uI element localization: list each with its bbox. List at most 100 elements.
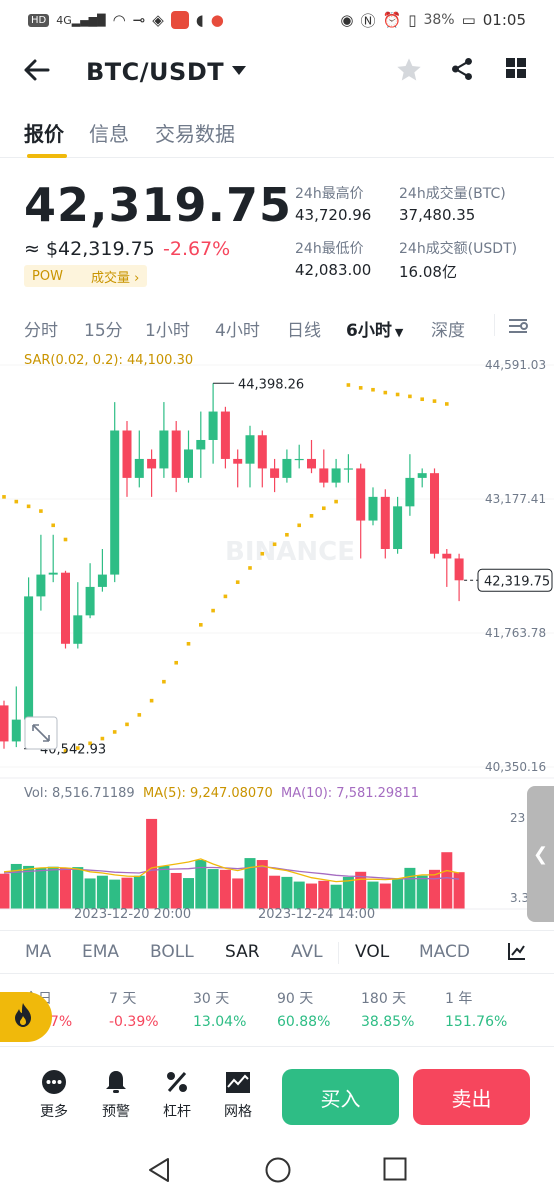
sar-dot-26: [309, 514, 314, 518]
sar-dot-4: [51, 523, 55, 528]
tf-6h[interactable]: 6小时 ▼: [346, 316, 403, 341]
more-label: 更多: [40, 1104, 68, 1120]
leverage-button[interactable]: 杠杆: [152, 1069, 202, 1121]
nav-home-icon[interactable]: [264, 1156, 292, 1188]
candle-body-6: [73, 615, 83, 644]
grid-button[interactable]: 网格: [213, 1069, 263, 1121]
tf-1h[interactable]: 1小时: [145, 316, 190, 341]
ind-macd[interactable]: MACD: [419, 942, 470, 962]
tf-line[interactable]: 分时: [24, 316, 58, 341]
alarm-icon: ⏰: [382, 11, 402, 29]
watermark: BINANCE: [225, 537, 355, 567]
volume-bar-31: [379, 883, 391, 909]
back-arrow-icon[interactable]: [22, 56, 50, 90]
high-marker: 44,398.26: [213, 377, 304, 392]
sell-button[interactable]: 卖出: [413, 1069, 530, 1125]
ind-ma[interactable]: MA: [25, 942, 51, 962]
sar-dot-24: [285, 532, 289, 537]
candle-body-35: [430, 473, 439, 554]
last-price: 42,319.75: [24, 178, 292, 232]
sar-dot-33: [395, 392, 400, 397]
volume-bar-26: [318, 880, 330, 909]
nav-back-icon[interactable]: [146, 1156, 172, 1188]
stat-low-label: 24h最低价: [295, 241, 364, 257]
indicator-settings-icon[interactable]: [507, 941, 527, 965]
alert-button[interactable]: 预警: [91, 1069, 141, 1121]
pair-title[interactable]: BTC/USDT: [86, 58, 224, 86]
system-navbar: [0, 1140, 554, 1200]
ind-avl[interactable]: AVL: [291, 942, 323, 962]
sar-dot-0: [2, 495, 6, 499]
sar-dot-12: [137, 713, 142, 717]
more-button[interactable]: 更多: [29, 1069, 79, 1121]
tf-15m[interactable]: 15分: [84, 316, 123, 341]
layout-grid-icon[interactable]: [504, 56, 528, 87]
volume-tag-label: 成交量 ›: [90, 270, 140, 286]
ind-sar[interactable]: SAR: [225, 942, 260, 962]
tf-divider: [494, 314, 495, 336]
sar-dot-19: [223, 594, 228, 599]
vol-y-tick-top: 23: [510, 811, 525, 825]
sar-dot-9: [100, 736, 105, 741]
tf-dropdown-icon: ▼: [394, 326, 404, 339]
tab-quote[interactable]: 报价: [24, 118, 64, 147]
candle-body-20: [245, 435, 255, 464]
hot-button[interactable]: [0, 992, 52, 1042]
side-panel-handle[interactable]: ❮: [527, 786, 554, 922]
share-icon[interactable]: [449, 56, 475, 89]
candle-body-28: [343, 468, 353, 470]
candle-body-32: [393, 506, 403, 549]
sar-dot-29: [346, 383, 351, 387]
percent-icon: [167, 1072, 187, 1092]
pow-volume-tag[interactable]: POW 成交量 ›: [24, 265, 148, 287]
volume-bar-23: [281, 876, 293, 909]
fullscreen-icon[interactable]: [24, 716, 58, 750]
kline-chart[interactable]: BINANCE SAR(0.02, 0.2): 44,100.30 44,591…: [0, 345, 554, 922]
ma5-label: MA(5): 9,247.08070: [143, 786, 273, 801]
volume-bar-12: [146, 818, 158, 909]
sar-dot-22: [260, 551, 265, 556]
candle-body-15: [184, 449, 193, 478]
chart-settings-icon[interactable]: [507, 316, 529, 340]
sar-dot-21: [248, 566, 252, 570]
sar-dot-30: [358, 386, 363, 390]
volume-bar-5: [60, 867, 71, 909]
perf-label-30d: 30 天: [193, 991, 230, 1007]
volume-bar-8: [96, 875, 108, 909]
nav-recents-icon[interactable]: [382, 1156, 408, 1186]
candle-body-12: [147, 458, 157, 469]
chevron-left-icon: ❮: [532, 843, 549, 865]
volume-bar-36: [441, 852, 453, 909]
tf-4h[interactable]: 4小时: [215, 316, 260, 341]
bell-icon: [106, 1071, 126, 1093]
candle-body-11: [134, 458, 144, 478]
clock: 01:05: [482, 11, 526, 29]
ind-boll[interactable]: BOLL: [150, 942, 194, 962]
volume-bar-0: [0, 873, 10, 909]
tab-trading-data[interactable]: 交易数据: [155, 118, 235, 147]
stat-high-value: 43,720.96: [295, 206, 372, 224]
pair-dropdown-icon[interactable]: [232, 66, 246, 75]
candle-body-30: [368, 496, 378, 521]
star-icon[interactable]: [395, 56, 423, 91]
ind-ema[interactable]: EMA: [82, 942, 119, 962]
sar-dot-34: [408, 394, 412, 399]
signal-icon: 4G▂▄▆█: [56, 13, 106, 27]
volume-bar-14: [170, 872, 182, 909]
sar-dot-36: [432, 399, 437, 403]
ind-vol[interactable]: VOL: [355, 942, 389, 962]
tf-depth[interactable]: 深度: [431, 316, 465, 341]
tf-1d[interactable]: 日线: [287, 316, 321, 341]
perf-value-180d: 38.85%: [361, 1014, 415, 1030]
tab-info[interactable]: 信息: [89, 118, 129, 147]
sar-dot-37: [445, 402, 449, 406]
candle-body-31: [380, 496, 390, 549]
candle-body-21: [257, 435, 267, 469]
volume-bar-35: [429, 869, 440, 909]
leverage-label: 杠杆: [163, 1104, 191, 1120]
perf-value-30d: 13.04%: [193, 1014, 247, 1030]
candle-body-0: [0, 705, 9, 742]
sar-dot-10: [112, 730, 117, 734]
perf-label-7d: 7 天: [109, 991, 137, 1007]
buy-button[interactable]: 买入: [282, 1069, 399, 1125]
